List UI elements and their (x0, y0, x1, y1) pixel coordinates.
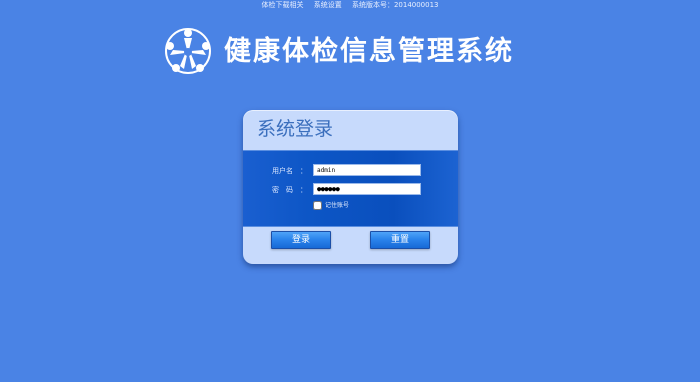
login-title: 系统登录 (257, 118, 334, 140)
settings-link[interactable]: 系统设置 (314, 1, 342, 9)
password-input[interactable] (313, 183, 421, 195)
password-colon: ： (300, 186, 307, 194)
five-people-star-logo-icon (165, 28, 211, 74)
top-links-bar: 体检下载相关 系统设置 系统版本号：2014000013 (0, 0, 700, 12)
username-input[interactable] (313, 164, 421, 176)
password-label: 密 码 (272, 186, 293, 194)
download-link[interactable]: 体检下载相关 (261, 1, 303, 9)
app-title: 健康体检信息管理系统 (224, 35, 514, 67)
username-colon: ： (300, 167, 307, 175)
login-form: 用户名 ： 密 码 ： 记住账号 (243, 150, 458, 227)
remember-account-label[interactable]: 记住账号 (325, 201, 349, 210)
username-label: 用户名 (272, 167, 293, 175)
version-text: 系统版本号：2014000013 (351, 1, 439, 9)
remember-account-checkbox[interactable] (313, 201, 322, 210)
login-button[interactable]: 登录 (271, 231, 331, 249)
app-header: 健康体检信息管理系统 (162, 26, 514, 76)
reset-button[interactable]: 重置 (370, 231, 430, 249)
